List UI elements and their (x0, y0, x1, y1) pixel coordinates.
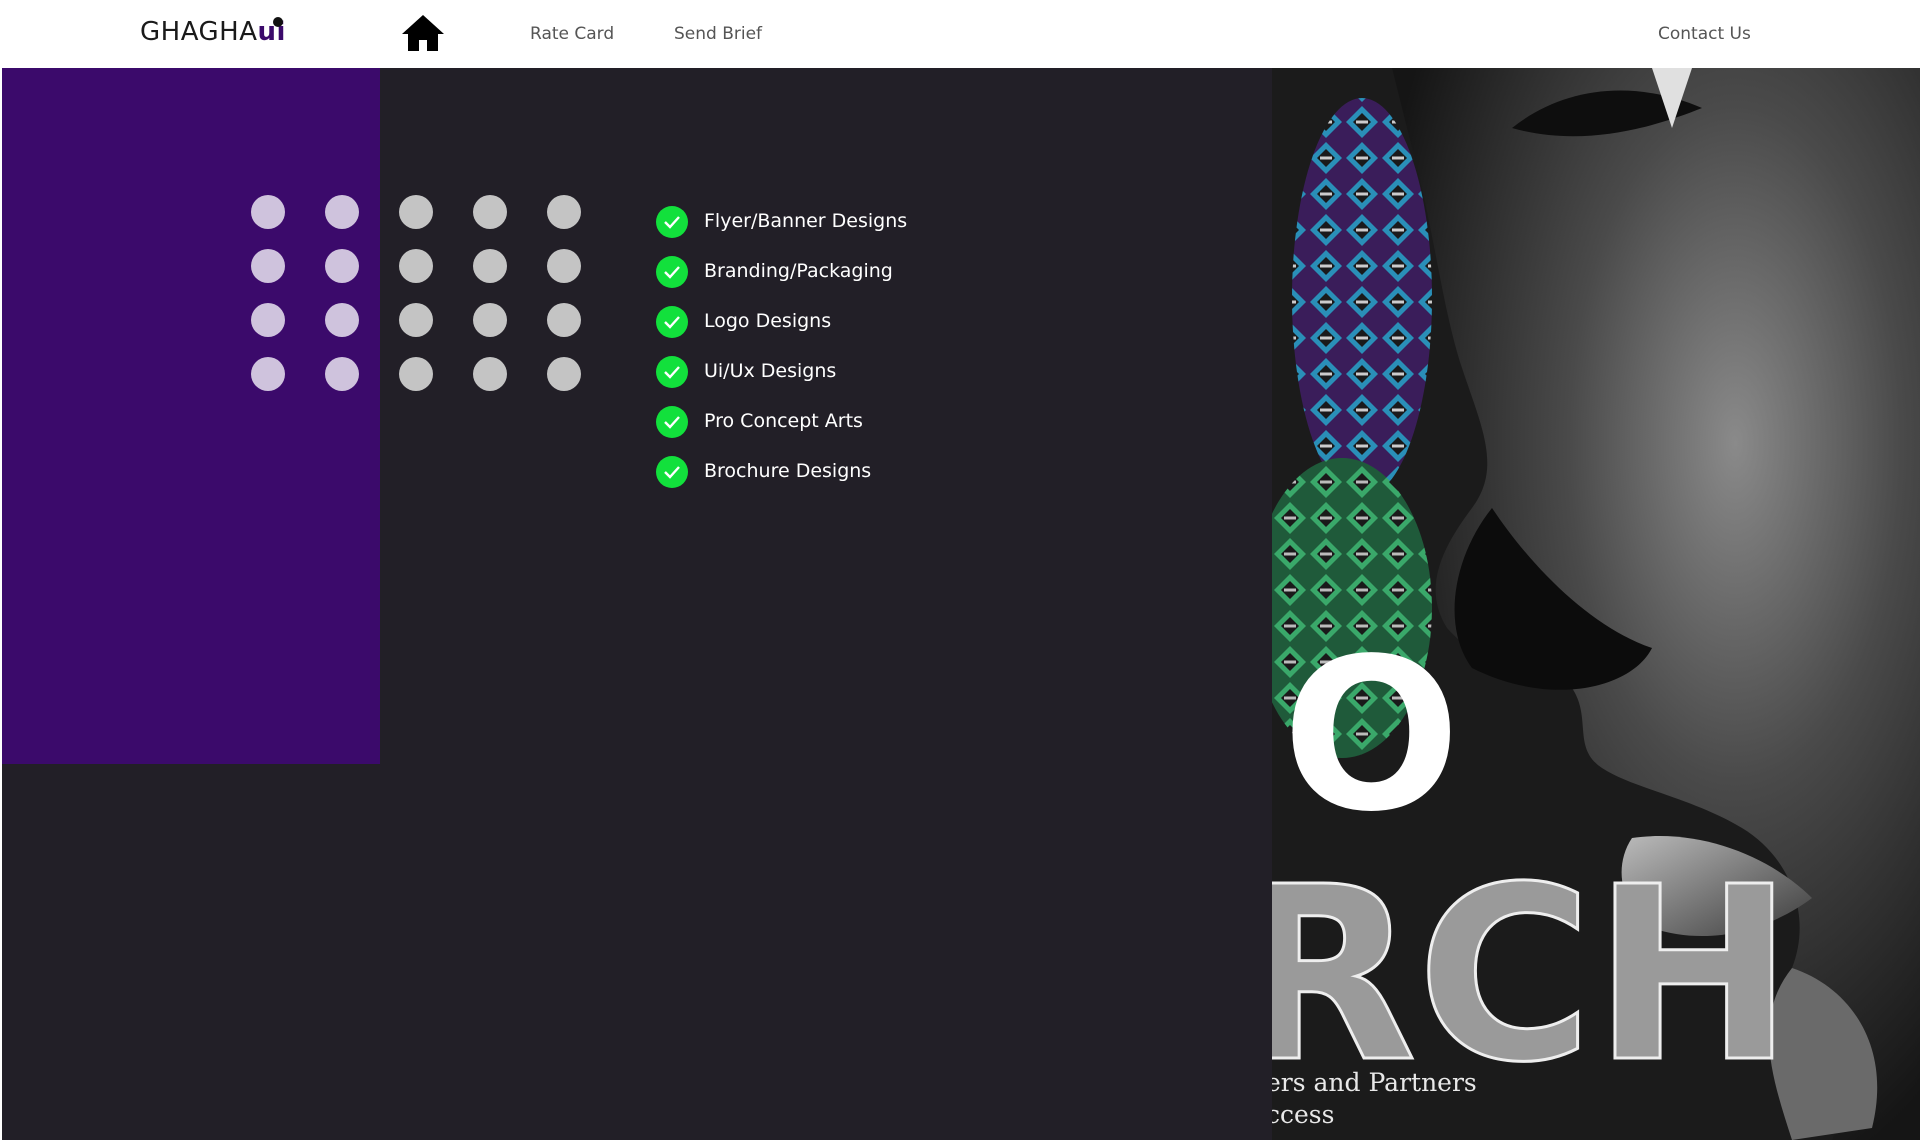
grid-dot (547, 357, 581, 391)
brand-logo[interactable]: GHAGHAui (140, 17, 286, 47)
purple-accent-block (2, 68, 380, 764)
poster-caption-line-2: ccess (1272, 1100, 1335, 1129)
grid-dot (325, 357, 359, 391)
grid-dot (325, 249, 359, 283)
service-label: Brochure Designs (704, 460, 872, 482)
portrait-illustration: O RCH (1272, 68, 1920, 1140)
grid-dot (399, 195, 433, 229)
grid-dot (325, 303, 359, 337)
check-circle-icon (656, 256, 688, 288)
nav-rate-card[interactable]: Rate Card (530, 24, 614, 44)
svg-text:O: O (1282, 613, 1461, 858)
service-label: Branding/Packaging (704, 260, 893, 282)
check-circle-icon (656, 456, 688, 488)
grid-dot (251, 303, 285, 337)
grid-dot (325, 195, 359, 229)
grid-dot (473, 195, 507, 229)
grid-dot (473, 357, 507, 391)
check-circle-icon (656, 206, 688, 238)
check-circle-icon (656, 356, 688, 388)
grid-dot (547, 195, 581, 229)
grid-dot (251, 249, 285, 283)
grid-dot (473, 303, 507, 337)
logo-dot (273, 17, 283, 27)
grid-dot (399, 357, 433, 391)
nav-send-brief[interactable]: Send Brief (674, 24, 762, 44)
grid-dot (547, 249, 581, 283)
logo-text: GHAGHA (140, 17, 258, 47)
poster-caption-line-1: ers and Partners (1272, 1068, 1477, 1097)
check-circle-icon (656, 306, 688, 338)
portrait-poster-image: O RCH ers and Partners ccess (1272, 68, 1920, 1140)
home-icon[interactable] (402, 14, 444, 52)
service-label: Flyer/Banner Designs (704, 210, 908, 232)
check-circle-icon (656, 406, 688, 438)
grid-dot (399, 303, 433, 337)
grid-dot (251, 195, 285, 229)
service-label: Pro Concept Arts (704, 410, 863, 432)
grid-dot (251, 357, 285, 391)
hero-section: Flyer/Banner Designs Branding/Packaging … (2, 68, 1272, 1140)
grid-dot (473, 249, 507, 283)
service-label: Logo Designs (704, 310, 832, 332)
grid-dot (547, 303, 581, 337)
service-label: Ui/Ux Designs (704, 360, 837, 382)
top-nav-bar: GHAGHAui Rate Card Send Brief Contact Us (0, 0, 1920, 68)
nav-contact-us[interactable]: Contact Us (1658, 24, 1751, 44)
grid-dot (399, 249, 433, 283)
